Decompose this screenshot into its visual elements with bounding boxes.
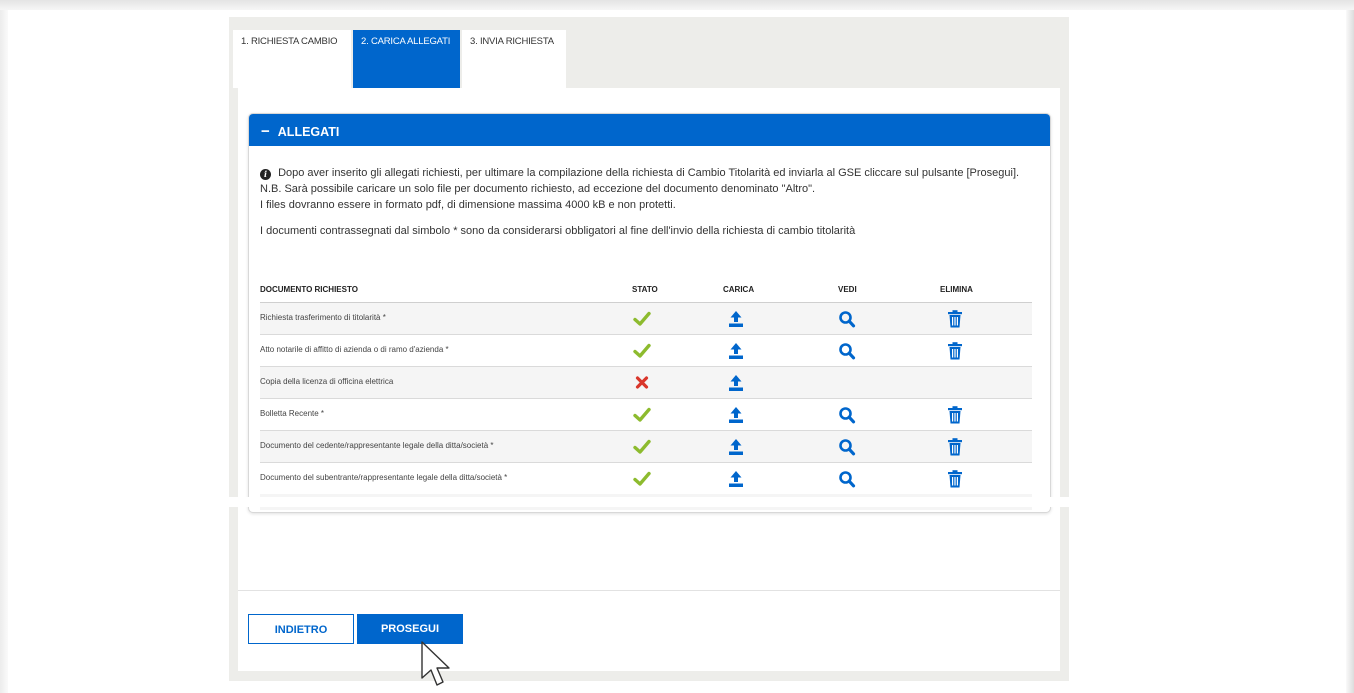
upload-icon[interactable] (724, 341, 748, 361)
footer-divider (238, 590, 1060, 591)
trash-icon[interactable] (943, 469, 967, 489)
info-circle-icon: i (260, 169, 271, 180)
search-icon[interactable] (835, 309, 859, 329)
table-body: Richiesta trasferimento di titolarità * A… (260, 303, 1032, 494)
document-name: Copia della licenza di officina elettric… (260, 377, 394, 386)
info-text-2: N.B. Sarà possibile caricare un solo fil… (260, 183, 816, 195)
mandatory-note: I documenti contrassegnati dal simbolo *… (260, 225, 856, 237)
checkmark-icon (630, 405, 654, 425)
window-left-edge (0, 10, 8, 693)
upload-icon[interactable] (724, 437, 748, 457)
header-stato: STATO (632, 285, 658, 294)
info-text-3: I files dovranno essere in formato pdf, … (260, 199, 676, 211)
documents-table: DOCUMENTO RICHIESTO STATO CARICA VEDI EL… (260, 280, 1032, 510)
collapse-icon[interactable]: − (261, 123, 270, 140)
allegati-panel-header[interactable]: − ALLEGATI (249, 114, 1050, 146)
tab-invia-richiesta[interactable]: 3. INVIA RICHIESTA (462, 30, 566, 88)
tab-carica-allegati[interactable]: 2. CARICA ALLEGATI (353, 30, 460, 88)
document-name: Richiesta trasferimento di titolarità * (260, 313, 386, 322)
header-vedi: VEDI (838, 285, 857, 294)
window-top-edge (0, 0, 1354, 10)
document-name: Documento del cedente/rappresentante leg… (260, 441, 494, 450)
document-name: Atto notarile di affitto di azienda o di… (260, 345, 449, 354)
table-row: Copia della licenza di officina elettric… (260, 367, 1032, 399)
cross-icon (630, 373, 654, 393)
search-icon[interactable] (835, 437, 859, 457)
allegati-panel: − ALLEGATI i Dopo aver inserito gli alle… (248, 113, 1051, 513)
search-icon[interactable] (835, 469, 859, 489)
info-text-1: Dopo aver inserito gli allegati richiest… (278, 167, 1020, 179)
upload-icon[interactable] (724, 405, 748, 425)
trash-icon[interactable] (943, 437, 967, 457)
table-row: Documento del cedente/rappresentante leg… (260, 431, 1032, 463)
document-name: Documento del subentrante/rappresentante… (260, 473, 508, 482)
search-icon[interactable] (835, 341, 859, 361)
table-row: Atto notarile di affitto di azienda o di… (260, 335, 1032, 367)
table-row: Documento del subentrante/rappresentante… (260, 463, 1032, 494)
checkmark-icon (630, 309, 654, 329)
checkmark-icon (630, 341, 654, 361)
panel-title: ALLEGATI (277, 125, 340, 139)
upload-icon[interactable] (724, 469, 748, 489)
header-elimina: ELIMINA (940, 285, 973, 294)
document-name: Bolletta Recente * (260, 409, 325, 418)
upload-icon[interactable] (724, 309, 748, 329)
checkmark-icon (630, 469, 654, 489)
page-seam (8, 497, 1346, 507)
trash-icon[interactable] (943, 309, 967, 329)
upload-icon[interactable] (724, 373, 748, 393)
window-right-edge (1346, 10, 1354, 693)
checkmark-icon (630, 437, 654, 457)
table-row: Richiesta trasferimento di titolarità * (260, 303, 1032, 335)
tab-richiesta-cambio[interactable]: 1. RICHIESTA CAMBIO (233, 30, 351, 88)
table-row: Bolletta Recente * (260, 399, 1032, 431)
trash-icon[interactable] (943, 405, 967, 425)
table-header: DOCUMENTO RICHIESTO STATO CARICA VEDI EL… (260, 280, 1032, 303)
mouse-pointer-icon (421, 641, 450, 686)
trash-icon[interactable] (943, 341, 967, 361)
back-button[interactable]: INDIETRO (248, 614, 354, 644)
info-box: i Dopo aver inserito gli allegati richie… (260, 165, 1040, 239)
header-documento: DOCUMENTO RICHIESTO (260, 285, 358, 294)
search-icon[interactable] (835, 405, 859, 425)
header-carica: CARICA (723, 285, 755, 294)
